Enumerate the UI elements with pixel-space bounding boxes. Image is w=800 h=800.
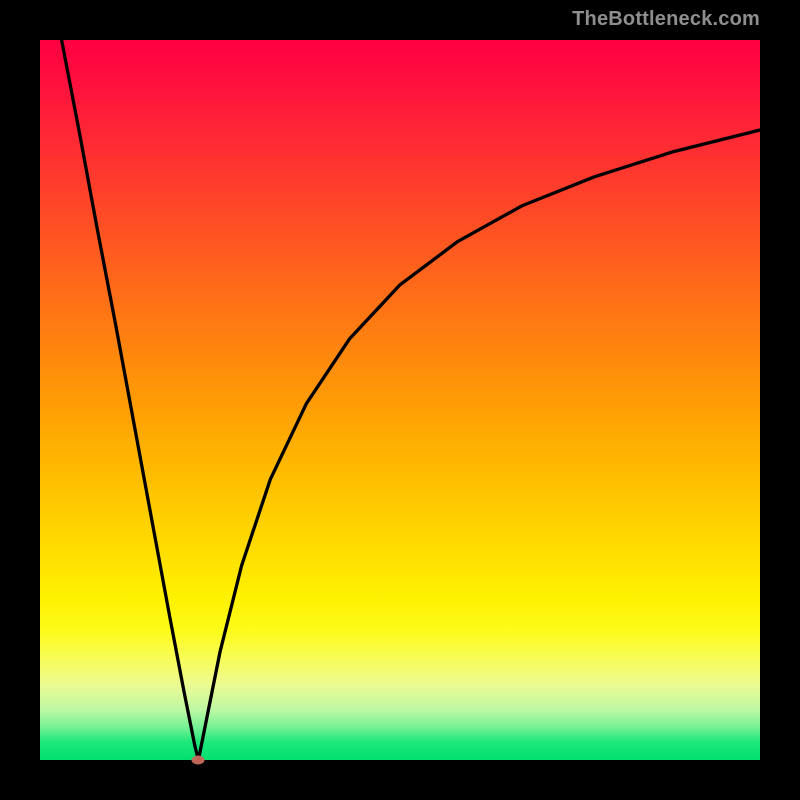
chart-frame: TheBottleneck.com <box>0 0 800 800</box>
curve-minimum-marker <box>192 756 205 765</box>
chart-curve <box>40 40 760 760</box>
plot-area <box>40 40 760 760</box>
watermark: TheBottleneck.com <box>572 8 760 31</box>
